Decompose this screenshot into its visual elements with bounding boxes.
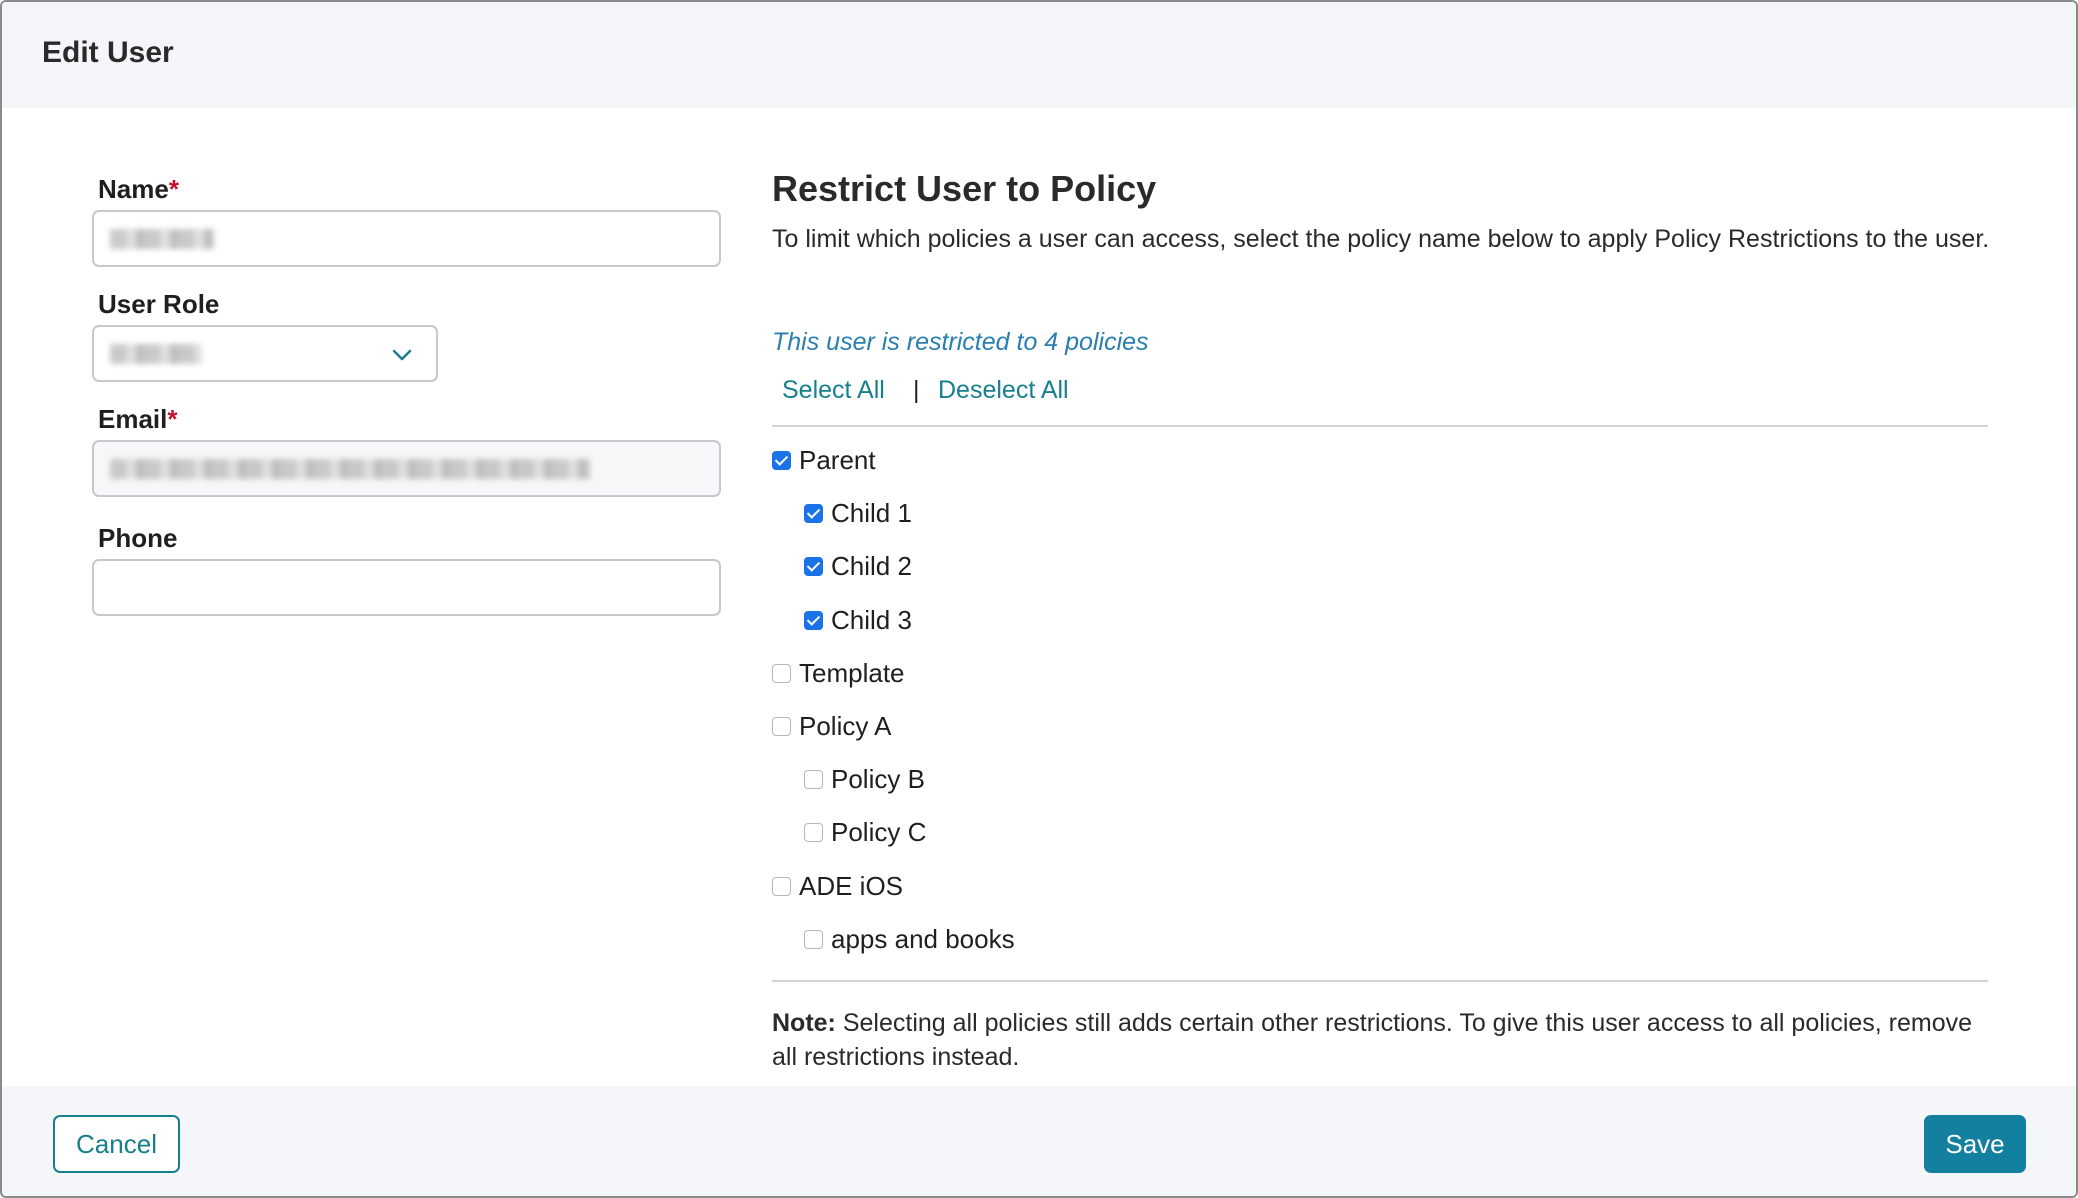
policy-label: Policy A [799, 710, 892, 741]
policy-label: Child 3 [831, 604, 912, 635]
select-all-link[interactable]: Select All [782, 376, 885, 405]
checkbox-checked-icon[interactable] [804, 610, 823, 630]
phone-label: Phone [98, 523, 178, 553]
restriction-status: This user is restricted to 4 policies [772, 328, 1149, 356]
checkbox-unchecked-icon[interactable] [772, 663, 791, 683]
email-label-text: Email [98, 404, 168, 434]
policy-item[interactable]: Policy B [804, 761, 925, 797]
dialog-header: Edit User [2, 2, 2076, 108]
restrict-policy-description: To limit which policies a user can acces… [772, 225, 1990, 253]
user-role-label: User Role [98, 289, 220, 319]
policy-label: ADE iOS [799, 870, 904, 901]
policy-label: Policy B [831, 763, 925, 794]
checkbox-unchecked-icon[interactable] [772, 716, 791, 736]
restrict-policy-title: Restrict User to Policy [772, 168, 1157, 209]
policy-item[interactable]: Child 3 [804, 602, 912, 638]
email-input[interactable] [92, 440, 721, 497]
save-button[interactable]: Save [1924, 1115, 2026, 1173]
required-marker: * [168, 174, 179, 204]
dialog-title: Edit User [42, 36, 174, 69]
user-role-select[interactable] [92, 325, 438, 382]
policy-label: Template [799, 657, 905, 688]
checkbox-checked-icon[interactable] [804, 503, 823, 523]
policy-label: Policy C [831, 816, 927, 847]
redacted-email-value [110, 458, 590, 479]
policy-label: apps and books [831, 923, 1015, 954]
policy-item[interactable]: Policy A [772, 708, 892, 744]
name-label-text: Name [98, 174, 169, 204]
name-label: Name* [98, 174, 179, 205]
phone-input[interactable] [92, 559, 721, 616]
policy-item[interactable]: ADE iOS [772, 868, 903, 904]
policy-label: Parent [799, 444, 876, 475]
policy-item[interactable]: apps and books [804, 921, 1015, 957]
chevron-down-icon [392, 349, 412, 361]
policy-label: Child 1 [831, 497, 912, 528]
email-label: Email* [98, 404, 178, 435]
note-label: Note: [772, 1009, 836, 1037]
checkbox-checked-icon[interactable] [772, 450, 791, 470]
policy-list-top-divider [772, 425, 1988, 427]
checkbox-unchecked-icon[interactable] [804, 822, 823, 842]
note-text: Selecting all policies still adds certai… [772, 1009, 1973, 1071]
policy-item[interactable]: Parent [772, 442, 876, 478]
policy-note: Note: Selecting all policies still adds … [772, 1006, 1992, 1074]
name-input[interactable] [92, 210, 721, 267]
checkbox-unchecked-icon[interactable] [772, 876, 791, 896]
checkbox-checked-icon[interactable] [804, 556, 823, 576]
deselect-all-link[interactable]: Deselect All [938, 376, 1069, 405]
policy-item[interactable]: Child 2 [804, 548, 912, 584]
policy-item[interactable]: Template [772, 655, 905, 691]
redacted-role-value [110, 343, 202, 364]
cancel-button[interactable]: Cancel [53, 1115, 180, 1173]
redacted-name-value [110, 228, 214, 249]
policy-item[interactable]: Policy C [804, 814, 926, 850]
edit-user-dialog: Edit User Name* User Role Email* Phone R… [0, 0, 2078, 1198]
checkbox-unchecked-icon[interactable] [804, 769, 823, 789]
link-separator: | [913, 376, 920, 404]
checkbox-unchecked-icon[interactable] [804, 929, 823, 949]
policy-list-bottom-divider [772, 980, 1988, 982]
policy-label: Child 2 [831, 550, 912, 581]
dialog-footer [2, 1086, 2076, 1196]
policy-item[interactable]: Child 1 [804, 495, 912, 531]
required-marker: * [167, 404, 178, 434]
